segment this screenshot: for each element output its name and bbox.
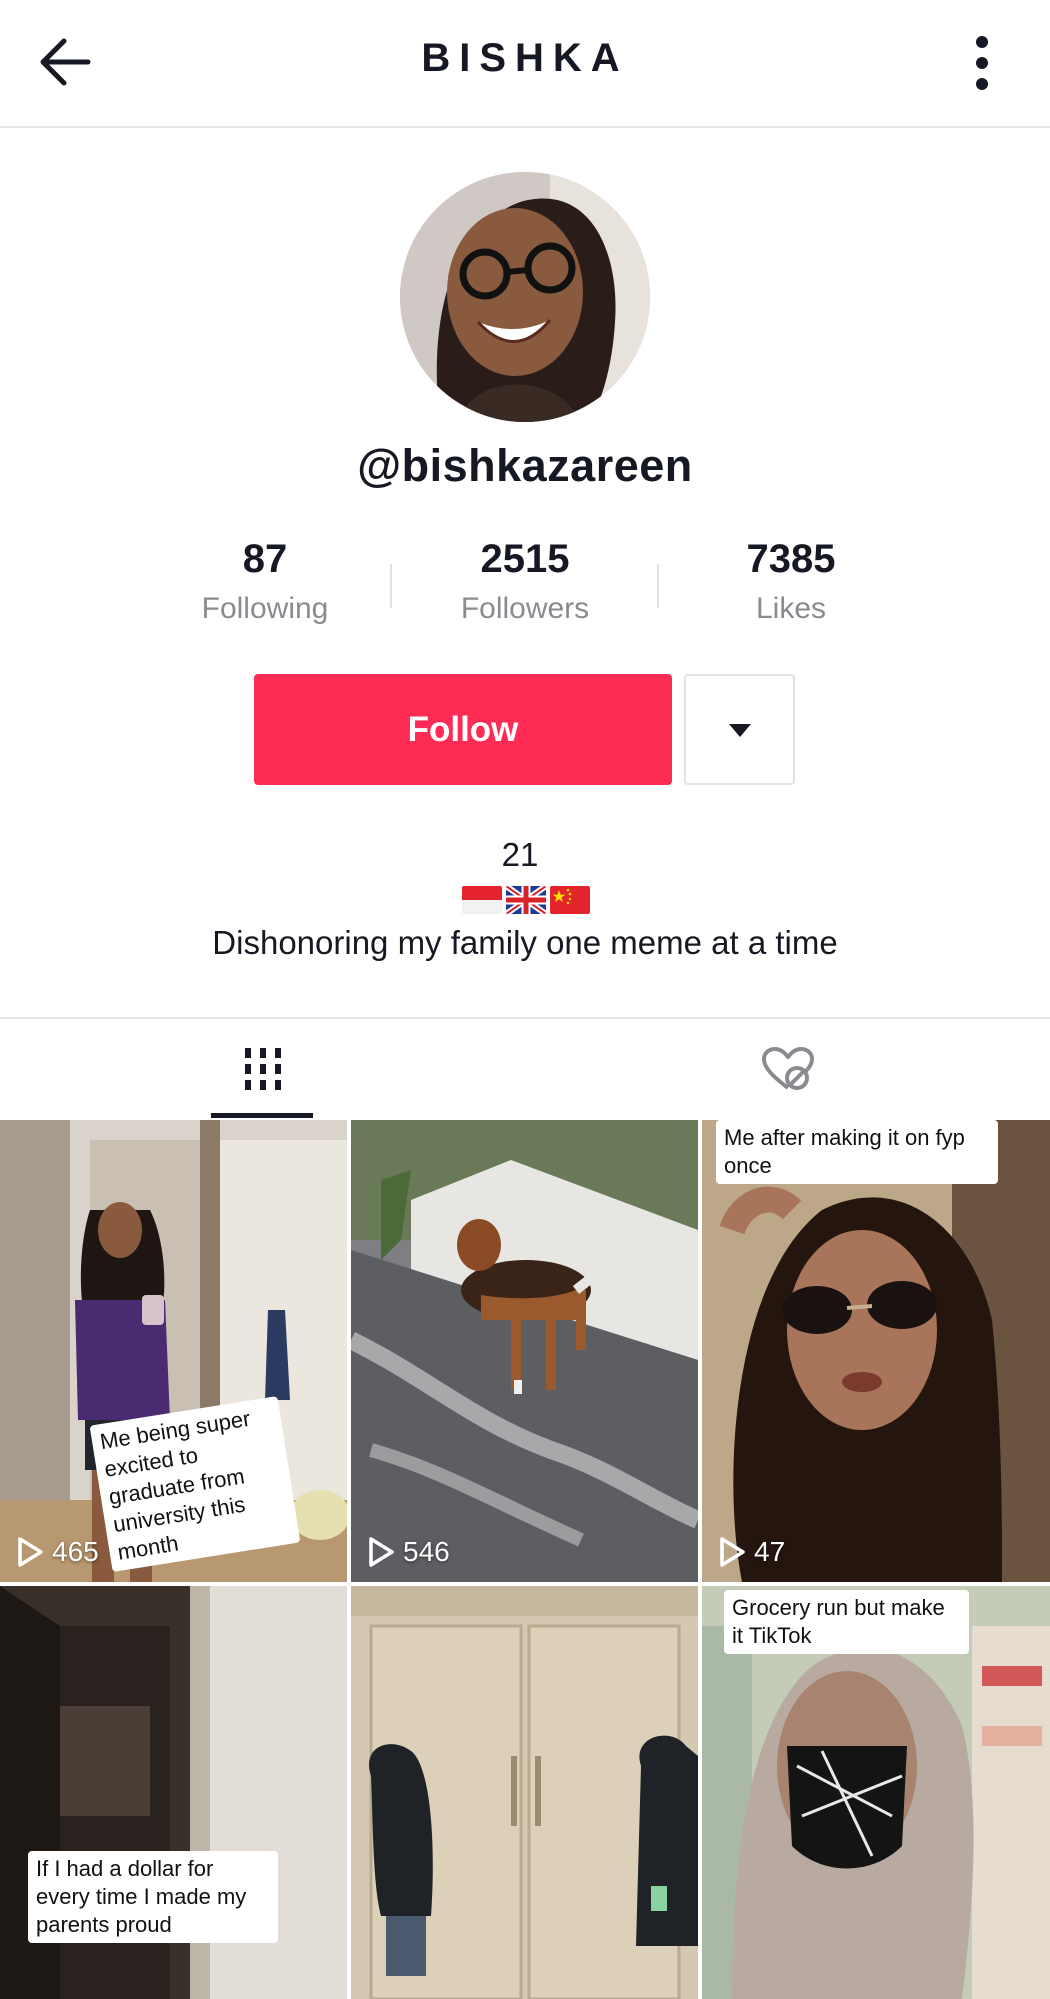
stat-followers-label: Followers xyxy=(460,592,590,625)
grid-icon xyxy=(244,1048,281,1090)
video-caption: Grocery run but make it TikTok xyxy=(724,1590,969,1654)
view-count-value: 47 xyxy=(754,1536,786,1567)
video-thumbnail xyxy=(351,1586,698,1999)
stat-followers[interactable]: 2515 Followers xyxy=(425,534,625,626)
liked-hidden-icon xyxy=(761,1047,814,1090)
view-count: 546 xyxy=(367,1536,450,1568)
video-tile[interactable]: Grocery run but make it TikTok xyxy=(702,1586,1050,1999)
flag-china-icon xyxy=(550,886,590,914)
video-tile[interactable]: 546 xyxy=(351,1120,698,1582)
stat-divider xyxy=(657,564,659,608)
page-title: BISHKA xyxy=(421,36,629,80)
flag-indonesia-icon xyxy=(462,886,502,914)
avatar[interactable] xyxy=(400,172,650,422)
profile-stats: 87 Following 2515 Followers 7385 Likes xyxy=(165,534,885,634)
play-icon xyxy=(18,1537,43,1567)
view-count: 465 xyxy=(16,1536,99,1568)
video-tile[interactable]: If I had a dollar for every time I made … xyxy=(0,1586,347,1999)
stat-following-label: Following xyxy=(201,592,329,625)
play-icon xyxy=(720,1537,745,1567)
more-options-button[interactable] xyxy=(960,30,1004,94)
video-tile[interactable]: Me being super excited to graduate from … xyxy=(0,1120,347,1582)
tab-selected-indicator xyxy=(211,1113,313,1118)
profile-tabs xyxy=(0,1017,1050,1119)
stat-likes[interactable]: 7385 Likes xyxy=(691,534,891,626)
play-icon xyxy=(369,1537,394,1567)
follow-button[interactable]: Follow xyxy=(254,674,672,785)
avatar-image xyxy=(400,172,650,422)
video-tile[interactable] xyxy=(351,1586,698,1999)
video-tile[interactable]: Me after making it on fyp once 47 xyxy=(702,1120,1050,1582)
video-caption: Me being super excited to graduate from … xyxy=(89,1396,301,1572)
stat-followers-value: 2515 xyxy=(480,537,570,581)
stat-divider xyxy=(390,564,392,608)
more-vertical-icon xyxy=(976,36,988,90)
top-bar: BISHKA xyxy=(0,0,1050,128)
caret-down-icon xyxy=(728,723,751,737)
view-count: 47 xyxy=(718,1536,785,1568)
flag-uk-icon xyxy=(506,886,546,914)
video-caption: If I had a dollar for every time I made … xyxy=(28,1851,278,1943)
bio-age: 21 xyxy=(501,836,539,873)
video-thumbnail xyxy=(702,1120,1050,1582)
view-count-value: 546 xyxy=(403,1536,450,1567)
bio-description: Dishonoring my family one meme at a time xyxy=(212,924,838,961)
stat-likes-label: Likes xyxy=(755,592,827,625)
video-thumbnail xyxy=(351,1120,698,1582)
bio-flags xyxy=(462,886,590,916)
stat-following-value: 87 xyxy=(242,537,288,581)
stat-likes-value: 7385 xyxy=(746,537,836,581)
tab-videos[interactable] xyxy=(160,1019,365,1119)
username: @bishkazareen xyxy=(357,440,693,491)
view-count-value: 465 xyxy=(52,1536,99,1567)
suggested-accounts-button[interactable] xyxy=(684,674,795,785)
video-caption: Me after making it on fyp once xyxy=(716,1120,998,1184)
tab-liked[interactable] xyxy=(685,1019,890,1119)
stat-following[interactable]: 87 Following xyxy=(165,534,365,626)
video-grid: Me being super excited to graduate from … xyxy=(0,1120,1050,1999)
